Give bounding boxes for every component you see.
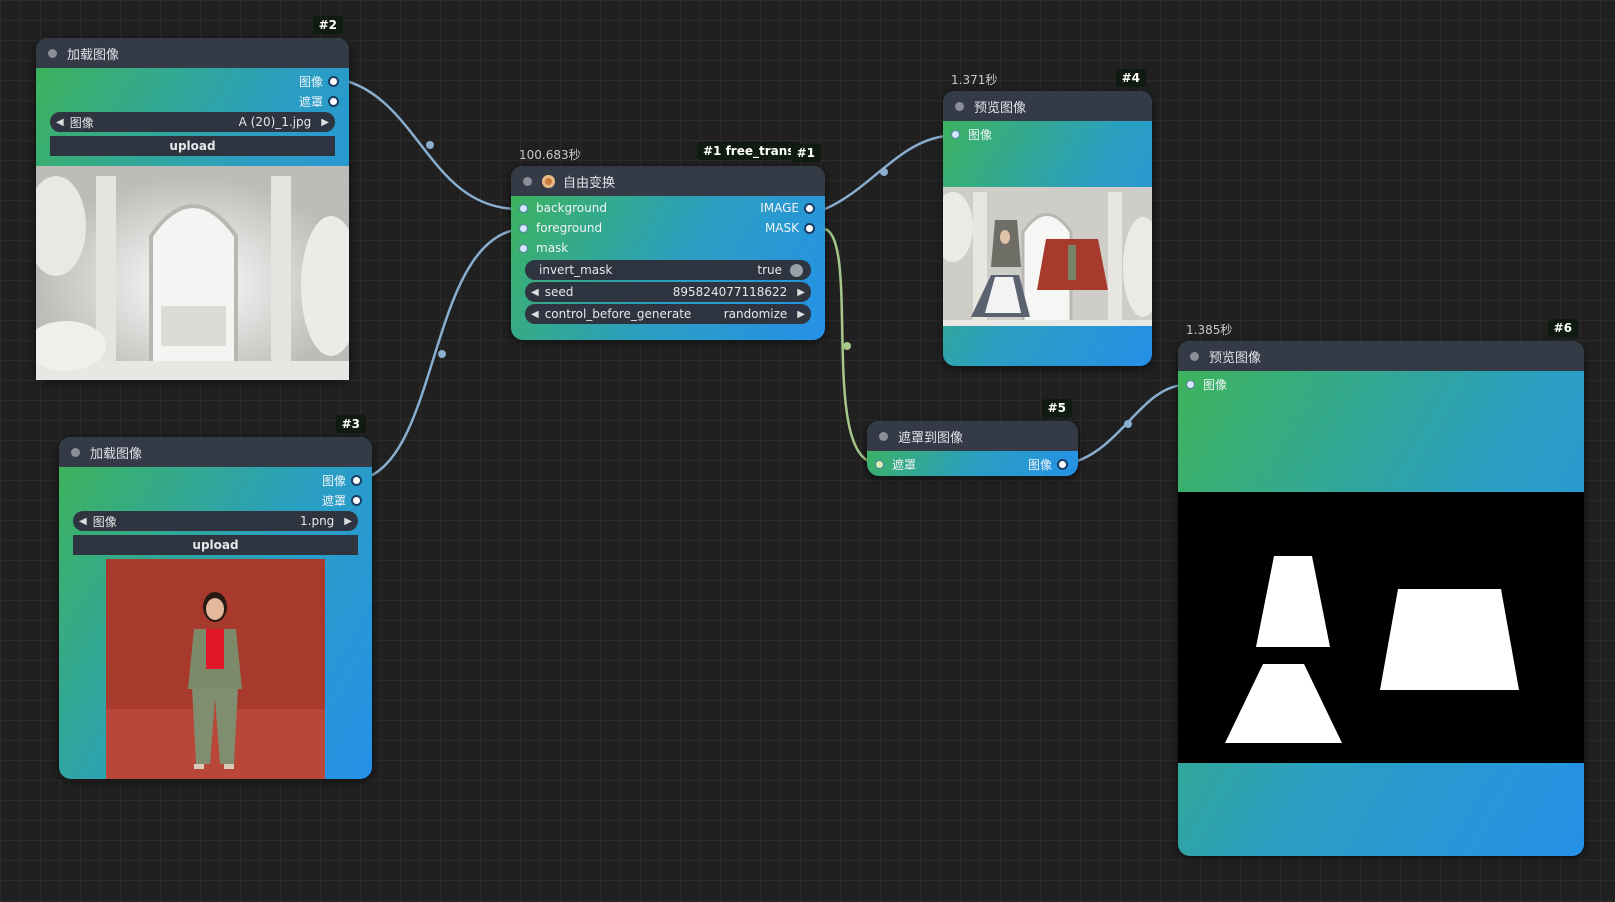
node-id-badge: #4 [1115, 69, 1146, 87]
slot-dot-icon[interactable] [804, 222, 815, 234]
node-id-badge: #6 [1547, 319, 1578, 337]
preview-image-node-1[interactable]: 1.371秒 #4 预览图像 图像 [943, 69, 1152, 366]
output-slot-image[interactable]: 图像 [299, 73, 339, 90]
input-slot-foreground[interactable]: foreground [519, 221, 602, 235]
execution-time: 100.683秒 [519, 148, 581, 162]
node-title-bar[interactable]: 预览图像 [943, 91, 1152, 121]
seed-number-widget[interactable]: ◀ seed 895824077118622 ▶ [525, 282, 811, 302]
slot-dot-icon[interactable] [519, 243, 528, 253]
load-image-node-2[interactable]: #3 加载图像 图像 遮罩 ◀ 图像 1.png ▶ upload [59, 415, 372, 779]
slot-dot-icon[interactable] [351, 475, 362, 486]
slot-dot-icon[interactable] [951, 130, 960, 139]
node-title: 预览图像 [974, 100, 1027, 116]
control-before-generate-combo[interactable]: ◀ control_before_generate randomize ▶ [525, 304, 811, 324]
node-title: 遮罩到图像 [898, 430, 964, 446]
node-title: 加载图像 [67, 47, 120, 63]
node-title-bar[interactable]: 加载图像 [36, 38, 349, 68]
output-slot-image[interactable]: IMAGE [760, 201, 815, 215]
loaded-image-preview [106, 559, 325, 779]
slot-dot-icon[interactable] [351, 495, 362, 506]
execution-time: 1.371秒 [951, 73, 998, 87]
input-slot-mask[interactable]: mask [519, 241, 568, 255]
composite-image [943, 187, 1152, 326]
right-arrow-icon[interactable]: ▶ [791, 309, 811, 320]
image-combo-widget[interactable]: ◀ 图像 A (20)_1.jpg ▶ [50, 112, 335, 132]
mask-preview-image [1178, 492, 1584, 763]
output-slot-image[interactable]: 图像 [1028, 456, 1068, 473]
node-id-badge: #2 [312, 16, 343, 34]
node-id-badge: #3 [335, 415, 366, 433]
wire-image-to-preview1 [824, 134, 948, 211]
node-title: 自由变换 [563, 175, 616, 191]
right-arrow-icon[interactable]: ▶ [338, 516, 358, 527]
collapse-dot-icon[interactable] [955, 101, 964, 111]
hall-arch-image [36, 166, 349, 380]
node-title: 加载图像 [90, 446, 143, 462]
wire-load1-to-background [342, 78, 521, 211]
invert-mask-toggle[interactable]: invert_mask true [525, 260, 811, 280]
collapse-dot-icon[interactable] [48, 48, 57, 58]
slot-dot-icon[interactable] [804, 202, 815, 214]
slot-dot-icon[interactable] [1186, 380, 1195, 389]
node-title: 预览图像 [1209, 350, 1262, 366]
mask-to-image-node[interactable]: #5 遮罩到图像 遮罩 图像 [867, 399, 1078, 476]
node-title-bar[interactable]: 预览图像 [1178, 341, 1584, 371]
slot-dot-icon[interactable] [1057, 459, 1068, 470]
input-slot-image[interactable]: 图像 [951, 126, 992, 143]
output-slot-mask[interactable]: 遮罩 [299, 93, 339, 110]
node-id-badge: #1 [790, 144, 821, 162]
collapse-dot-icon[interactable] [879, 431, 888, 441]
preview-result-image [943, 187, 1152, 326]
upload-button[interactable]: upload [73, 535, 358, 555]
input-slot-image[interactable]: 图像 [1186, 376, 1227, 393]
right-arrow-icon[interactable]: ▶ [315, 117, 335, 128]
node-title-bar[interactable]: 遮罩到图像 [867, 421, 1078, 451]
monkey-icon [542, 174, 555, 188]
load-image-node-1[interactable]: #2 加载图像 图像 遮罩 ◀ 图像 A (20)_1.jpg ▶ upload [36, 16, 349, 380]
image-combo-widget[interactable]: ◀ 图像 1.png ▶ [73, 511, 358, 531]
right-arrow-icon[interactable]: ▶ [791, 287, 811, 298]
left-arrow-icon[interactable]: ◀ [73, 516, 93, 527]
node-title-bar[interactable]: 加载图像 [59, 437, 372, 467]
woman-portrait-image [106, 559, 325, 779]
input-slot-mask[interactable]: 遮罩 [875, 456, 916, 473]
collapse-dot-icon[interactable] [71, 447, 80, 457]
left-arrow-icon[interactable]: ◀ [525, 309, 545, 320]
slot-dot-icon[interactable] [875, 460, 884, 469]
output-slot-mask[interactable]: MASK [765, 221, 815, 235]
node-id-badge: #5 [1041, 399, 1072, 417]
slot-dot-icon[interactable] [519, 203, 528, 213]
slot-dot-icon[interactable] [328, 96, 339, 107]
output-slot-image[interactable]: 图像 [322, 472, 362, 489]
output-slot-mask[interactable]: 遮罩 [322, 492, 362, 509]
wire-load2-to-foreground [365, 227, 521, 480]
collapse-dot-icon[interactable] [523, 176, 532, 186]
collapse-dot-icon[interactable] [1190, 351, 1199, 361]
left-arrow-icon[interactable]: ◀ [525, 287, 545, 298]
mask-shapes-image [1178, 492, 1584, 763]
left-arrow-icon[interactable]: ◀ [50, 117, 70, 128]
slot-dot-icon[interactable] [328, 76, 339, 87]
loaded-image-preview [36, 166, 349, 380]
preview-image-node-2[interactable]: 1.385秒 #6 预览图像 图像 [1178, 319, 1584, 856]
toggle-knob-icon[interactable] [790, 263, 803, 277]
slot-dot-icon[interactable] [519, 223, 528, 233]
free-transform-node[interactable]: 100.683秒 #1 free_transf #1 自由变换 backgrou… [511, 142, 825, 340]
wire-mask2img-to-preview2 [1070, 383, 1183, 465]
node-type-badge: #1 free_transf [697, 142, 799, 160]
execution-time: 1.385秒 [1186, 323, 1233, 337]
upload-button[interactable]: upload [50, 136, 335, 156]
node-title-bar[interactable]: 自由变换 [511, 166, 825, 196]
input-slot-background[interactable]: background [519, 201, 607, 215]
